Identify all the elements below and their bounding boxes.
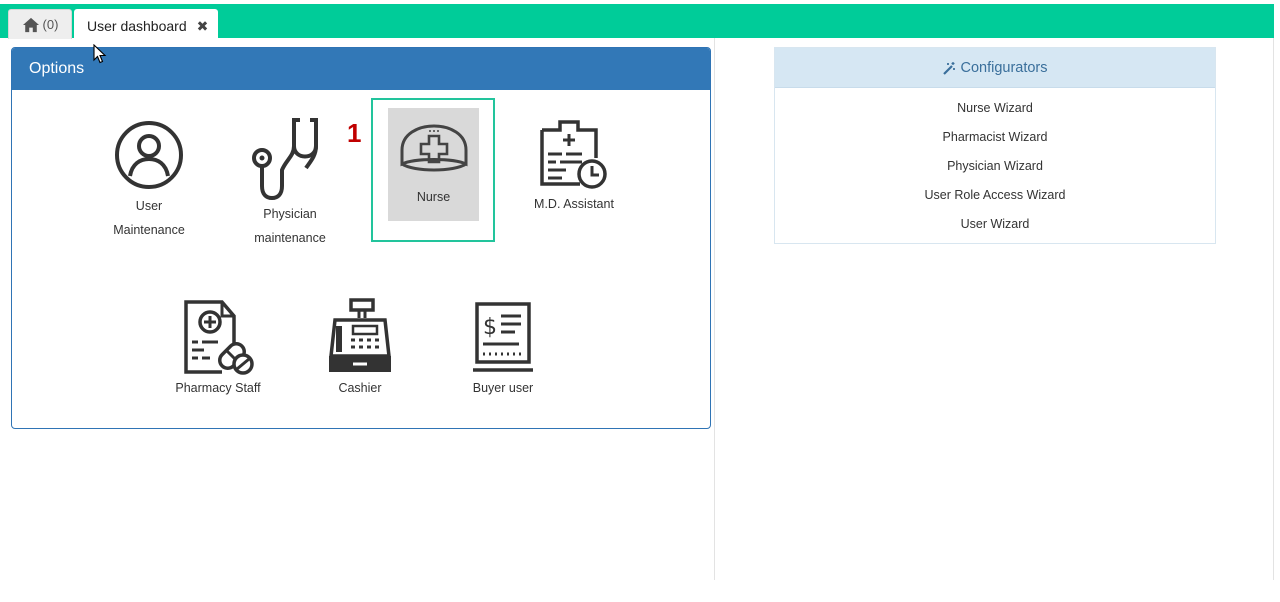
option-cashier-label: Cashier	[338, 381, 382, 395]
options-panel: Options User Maintenance Physician maint…	[11, 47, 711, 429]
option-nurse-selection-frame: Nurse	[371, 98, 495, 242]
home-icon	[22, 17, 39, 32]
option-nurse[interactable]: Nurse	[388, 108, 479, 221]
config-item-user-role-access-wizard[interactable]: User Role Access Wizard	[775, 181, 1215, 210]
user-circle-icon	[115, 121, 183, 189]
config-item-physician-wizard[interactable]: Physician Wizard	[775, 152, 1215, 181]
option-cashier[interactable]: Cashier	[310, 298, 410, 400]
option-buyer-user-label: Buyer user	[472, 381, 534, 395]
tab-bar: (0) User dashboard ✖	[0, 4, 1274, 43]
configurators-list: Nurse Wizard Pharmacist Wizard Physician…	[775, 88, 1215, 239]
option-pharmacy-staff[interactable]: Pharmacy Staff	[166, 298, 270, 400]
option-pharmacy-staff-label: Pharmacy Staff	[175, 381, 261, 395]
medical-calendar-icon	[540, 120, 607, 189]
option-md-assistant-label: M.D. Assistant	[534, 197, 614, 211]
config-item-pharmacist-wizard[interactable]: Pharmacist Wizard	[775, 123, 1215, 152]
stethoscope-icon	[252, 118, 318, 201]
option-user-maintenance-line2: Maintenance	[113, 223, 185, 237]
prescription-icon	[184, 300, 254, 375]
option-nurse-label: Nurse	[416, 190, 451, 204]
mouse-cursor-icon	[93, 44, 107, 64]
option-physician-line2: maintenance	[254, 231, 326, 245]
option-physician-maintenance[interactable]: Physician maintenance	[240, 116, 340, 250]
option-physician-line1: Physician	[263, 207, 317, 221]
cash-register-icon	[329, 298, 391, 372]
tab-user-dashboard[interactable]: User dashboard ✖	[74, 9, 218, 43]
option-user-maintenance[interactable]: User Maintenance	[99, 120, 199, 242]
option-user-maintenance-line1: User	[135, 199, 163, 213]
configurators-panel: Configurators Nurse Wizard Pharmacist Wi…	[774, 47, 1216, 244]
magic-wand-icon	[943, 61, 956, 75]
tab-home[interactable]: (0)	[8, 9, 72, 39]
config-item-nurse-wizard[interactable]: Nurse Wizard	[775, 94, 1215, 123]
close-icon[interactable]: ✖	[197, 18, 209, 35]
option-md-assistant[interactable]: M.D. Assistant	[524, 116, 624, 216]
configurators-header: Configurators	[775, 48, 1215, 88]
right-edge-divider	[1273, 38, 1274, 580]
configurators-title: Configurators	[960, 59, 1048, 76]
svg-text:$: $	[483, 315, 497, 340]
config-item-user-wizard[interactable]: User Wizard	[775, 210, 1215, 239]
tab-home-count: (0)	[42, 17, 59, 32]
column-divider	[714, 38, 715, 580]
step-number: 1	[347, 118, 362, 148]
nurse-cap-icon	[400, 124, 467, 172]
receipt-icon: $	[473, 302, 533, 372]
tab-user-dashboard-label: User dashboard	[87, 18, 187, 34]
options-title: Options	[12, 48, 710, 90]
option-buyer-user[interactable]: $ Buyer user	[453, 300, 553, 400]
